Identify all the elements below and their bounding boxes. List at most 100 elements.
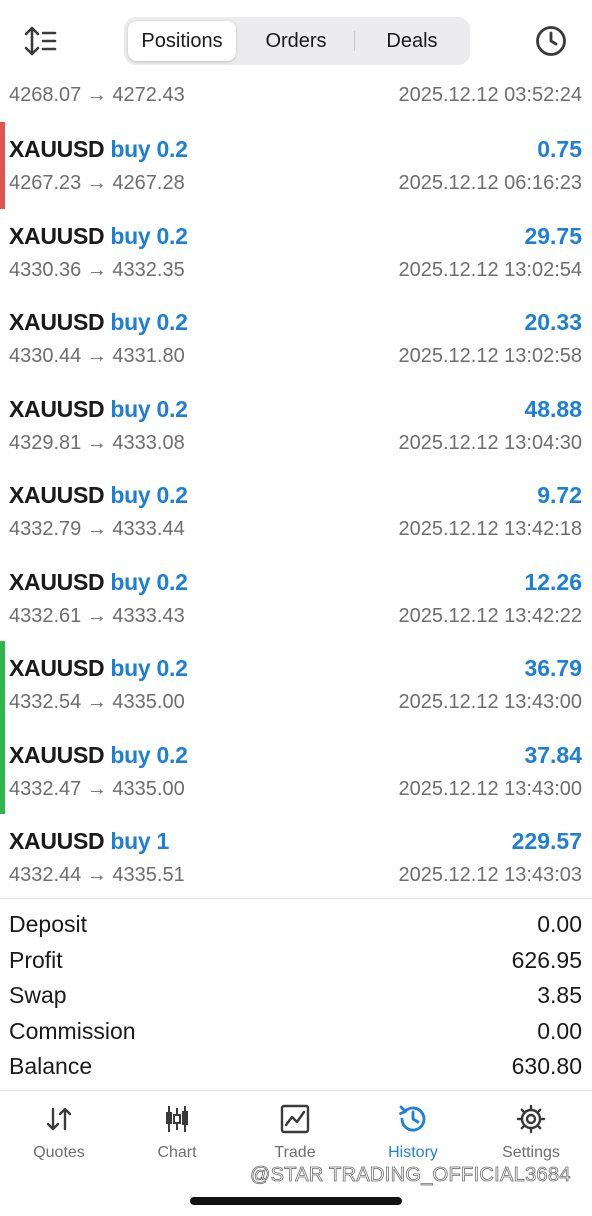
tab-orders[interactable]: Orders	[242, 21, 350, 61]
deal-time: 2025.12.12 03:52:24	[398, 84, 582, 106]
account-summary: Deposit 0.00 Profit 626.95 Swap 3.85 Com…	[0, 898, 592, 1085]
clock-icon[interactable]	[534, 24, 568, 58]
deal-symbol: XAUUSD buy 0.2	[9, 136, 188, 163]
deal-row[interactable]: XAUUSD buy 0.2 0.75 4267.23 → 4267.28 20…	[0, 122, 592, 209]
deal-profit: 12.26	[524, 568, 582, 595]
deal-row[interactable]: XAUUSD buy 0.2 9.72 4332.79 → 4333.44 20…	[0, 468, 592, 555]
deal-row[interactable]: XAUUSD buy 0.2 29.75 4330.36 → 4332.35 2…	[0, 209, 592, 296]
summary-value: 0.00	[537, 911, 582, 937]
deal-row[interactable]: XAUUSD buy 0.2 20.33 4330.44 → 4331.80 2…	[0, 295, 592, 382]
deal-side: buy 0.2	[110, 136, 188, 162]
tab-chart[interactable]: Chart	[118, 1091, 236, 1171]
symbol-text: XAUUSD	[9, 828, 105, 854]
deal-marker-green	[0, 641, 5, 728]
deal-side: buy 0.2	[110, 568, 188, 595]
symbol-text: XAUUSD	[9, 309, 105, 335]
tab-trade[interactable]: Trade	[236, 1091, 354, 1171]
summary-value: 626.95	[511, 946, 582, 973]
deal-time: 2025.12.12 06:16:23	[398, 172, 582, 194]
deal-prices: 4332.54 → 4335.00	[9, 691, 185, 713]
tab-label: History	[388, 1144, 438, 1161]
tab-settings[interactable]: Settings	[472, 1091, 590, 1171]
deal-marker-green	[0, 727, 5, 814]
deal-side: buy 0.2	[110, 741, 188, 768]
deal-profit: 37.84	[524, 741, 582, 768]
summary-value: 630.80	[511, 1053, 582, 1079]
symbol-text: XAUUSD	[9, 741, 105, 768]
deal-row[interactable]: XAUUSD buy 0.2 37.84 4332.47 → 4335.00 2…	[0, 727, 592, 814]
deal-prices: 4330.36 → 4332.35	[9, 258, 185, 281]
deal-prices: 4332.44 → 4335.51	[9, 864, 185, 886]
tab-label: Quotes	[33, 1144, 85, 1161]
deal-symbol: XAUUSD buy 0.2	[9, 569, 188, 596]
deal-profit: 9.72	[537, 482, 582, 508]
summary-row-balance: Balance 630.80	[0, 1049, 592, 1085]
summary-row-profit: Profit 626.95	[0, 943, 592, 979]
deal-symbol: XAUUSD buy 0.2	[9, 655, 188, 682]
deal-profit: 29.75	[524, 222, 582, 249]
deal-side: buy 0.2	[110, 655, 188, 681]
summary-row-deposit: Deposit 0.00	[0, 907, 592, 943]
tab-deals[interactable]: Deals	[358, 21, 466, 61]
deal-row[interactable]: XAUUSD buy 0.2 48.88 4329.81 → 4333.08 2…	[0, 382, 592, 469]
symbol-text: XAUUSD	[9, 482, 105, 508]
deal-row[interactable]: 4268.07 → 4272.43 2025.12.12 03:52:24	[0, 62, 592, 122]
deal-prices: 4267.23 → 4267.28	[9, 172, 185, 194]
deal-side: buy 1	[110, 828, 169, 854]
summary-value: 0.00	[537, 1017, 582, 1044]
sort-icon[interactable]	[22, 24, 62, 58]
divider	[354, 31, 355, 51]
tab-label: Settings	[502, 1144, 560, 1161]
deal-row[interactable]: XAUUSD buy 0.2 36.79 4332.54 → 4335.00 2…	[0, 641, 592, 728]
deal-time: 2025.12.12 13:02:54	[398, 258, 582, 281]
deal-prices: 4332.47 → 4335.00	[9, 777, 185, 800]
watermark: @STAR TRADING_OFFICIAL3684	[250, 1164, 571, 1187]
deal-time: 2025.12.12 13:43:03	[398, 864, 582, 886]
settings-icon	[515, 1103, 547, 1135]
deal-symbol: XAUUSD buy 0.2	[9, 223, 188, 250]
home-indicator[interactable]	[190, 1197, 402, 1205]
segmented-control: Positions Orders Deals	[124, 17, 470, 65]
deal-marker-red	[0, 122, 5, 209]
symbol-text: XAUUSD	[9, 395, 105, 422]
deal-side: buy 0.2	[110, 482, 188, 508]
deal-time: 2025.12.12 13:02:58	[398, 345, 582, 367]
deal-row[interactable]: XAUUSD buy 0.2 12.26 4332.61 → 4333.43 2…	[0, 555, 592, 642]
deal-time: 2025.12.12 13:42:22	[398, 604, 582, 627]
deal-side: buy 0.2	[110, 309, 188, 335]
symbol-text: XAUUSD	[9, 222, 105, 249]
deal-time: 2025.12.12 13:42:18	[398, 518, 582, 540]
symbol-text: XAUUSD	[9, 655, 105, 681]
symbol-text: XAUUSD	[9, 136, 105, 162]
deal-symbol: XAUUSD buy 0.2	[9, 396, 188, 423]
summary-label: Profit	[9, 946, 63, 973]
deal-profit: 48.88	[524, 395, 582, 422]
chart-icon	[161, 1103, 193, 1135]
deal-profit: 229.57	[511, 828, 582, 854]
deal-time: 2025.12.12 13:04:30	[398, 431, 582, 454]
quotes-icon	[43, 1103, 75, 1135]
deal-row[interactable]: XAUUSD buy 1 229.57 4332.44 → 4335.51 20…	[0, 814, 592, 901]
deal-prices: 4268.07 → 4272.43	[9, 84, 185, 106]
deal-prices: 4329.81 → 4333.08	[9, 431, 185, 454]
deal-symbol: XAUUSD buy 1	[9, 828, 169, 855]
deal-symbol: XAUUSD buy 0.2	[9, 742, 188, 769]
deal-time: 2025.12.12 13:43:00	[398, 691, 582, 713]
summary-row-commission: Commission 0.00	[0, 1014, 592, 1050]
history-icon	[397, 1103, 429, 1135]
trade-icon	[279, 1103, 311, 1135]
deal-symbol: XAUUSD buy 0.2	[9, 482, 188, 509]
deal-prices: 4332.61 → 4333.43	[9, 604, 185, 627]
tab-quotes[interactable]: Quotes	[0, 1091, 118, 1171]
tab-history[interactable]: History	[354, 1091, 472, 1171]
deal-symbol: XAUUSD buy 0.2	[9, 309, 188, 336]
summary-value: 3.85	[537, 982, 582, 1008]
tab-positions[interactable]: Positions	[128, 21, 236, 61]
summary-label: Swap	[9, 982, 67, 1008]
summary-row-swap: Swap 3.85	[0, 978, 592, 1014]
deal-time: 2025.12.12 13:43:00	[398, 777, 582, 800]
summary-label: Balance	[9, 1053, 93, 1079]
deal-prices: 4330.44 → 4331.80	[9, 345, 185, 367]
deal-prices: 4332.79 → 4333.44	[9, 518, 185, 540]
deals-list: 4268.07 → 4272.43 2025.12.12 03:52:24 XA…	[0, 62, 592, 901]
